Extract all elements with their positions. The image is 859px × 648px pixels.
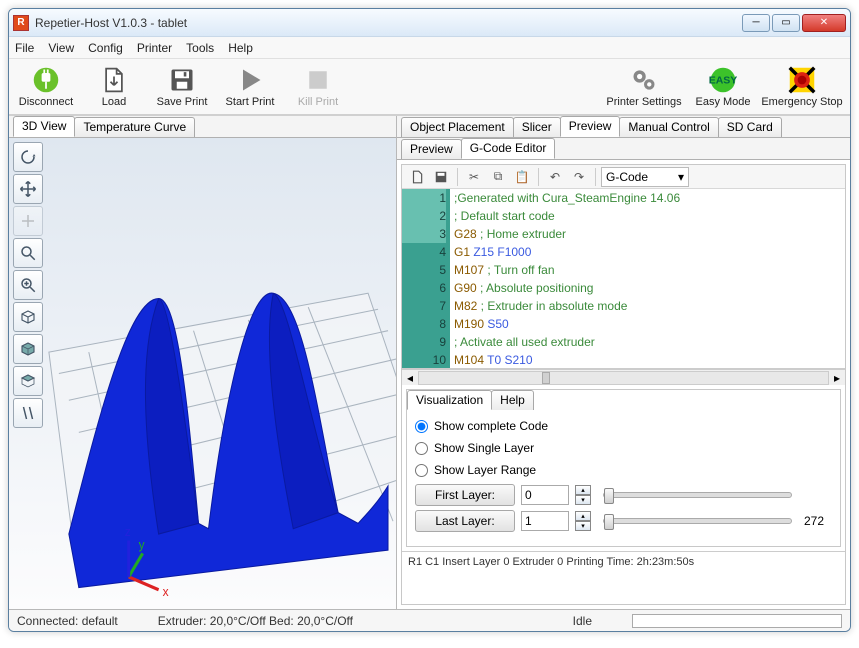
kill-print-button: Kill Print [287,61,349,113]
minimize-button[interactable]: ─ [742,14,770,32]
code-editor[interactable]: 12345678910 ;Generated with Cura_SteamEn… [402,189,845,369]
redo-button[interactable]: ↷ [568,167,590,187]
first-layer-slider[interactable] [603,492,792,498]
tab-3d-view[interactable]: 3D View [13,116,75,137]
easy-icon: EASY [709,66,737,94]
svg-text:x: x [163,585,170,599]
start-print-button[interactable]: Start Print [219,61,281,113]
status-idle: Idle [573,614,592,628]
tab-object-placement[interactable]: Object Placement [401,117,514,137]
preview-subtabs: Preview G-Code Editor [397,138,850,160]
disconnect-button[interactable]: Disconnect [15,61,77,113]
app-icon: R [13,15,29,31]
radio-show-single[interactable]: Show Single Layer [415,438,832,458]
editor-statusbar: R1 C1 Insert Layer 0 Extruder 0 Printing… [402,551,845,571]
undo-button[interactable]: ↶ [544,167,566,187]
copy-button[interactable]: ⧉ [487,167,509,187]
emergency-stop-icon [788,66,816,94]
svg-text:z: z [125,525,131,539]
editor-box: ✂ ⧉ 📋 ↶ ↷ G-Code▾ 12345678910 ;Generated… [401,164,846,605]
window-title: Repetier-Host V1.0.3 - tablet [35,16,742,30]
statusbar: Connected: default Extruder: 20,0°C/Off … [9,609,850,631]
maximize-button[interactable]: ▭ [772,14,800,32]
app-window: R Repetier-Host V1.0.3 - tablet ─ ▭ ✕ Fi… [8,8,851,632]
progress-bar [632,614,842,628]
parallel-projection-button[interactable] [13,398,43,428]
tab-slicer[interactable]: Slicer [513,117,561,137]
gears-icon [630,66,658,94]
titlebar: R Repetier-Host V1.0.3 - tablet ─ ▭ ✕ [9,9,850,37]
zoom-fit-button[interactable] [13,270,43,300]
tab-manual-control[interactable]: Manual Control [619,117,718,137]
move-object-button [13,206,43,236]
3d-viewport[interactable]: x y z [9,138,396,609]
editor-hscrollbar[interactable]: ◂ ▸ [402,369,845,385]
viewport-toolbar [13,142,47,428]
code-lines[interactable]: ;Generated with Cura_SteamEngine 14.06; … [450,189,845,368]
status-temps: Extruder: 20,0°C/Off Bed: 20,0°C/Off [158,614,353,628]
left-tabs: 3D View Temperature Curve [9,116,396,138]
stop-icon [304,66,332,94]
menu-config[interactable]: Config [88,41,123,55]
last-layer-spinner[interactable]: ▴▾ [575,511,591,531]
main-body: 3D View Temperature Curve [9,115,850,609]
rotate-view-button[interactable] [13,142,43,172]
first-layer-button[interactable]: First Layer: [415,484,515,506]
viztab-visualization[interactable]: Visualization [407,390,492,410]
save-icon [168,66,196,94]
3d-scene: x y z [9,138,396,609]
radio-show-range[interactable]: Show Layer Range [415,460,832,480]
emergency-stop-button[interactable]: Emergency Stop [760,61,844,113]
first-layer-input[interactable] [521,485,569,505]
last-layer-button[interactable]: Last Layer: [415,510,515,532]
load-button[interactable]: Load [83,61,145,113]
cut-button[interactable]: ✂ [463,167,485,187]
viztab-help[interactable]: Help [491,390,534,410]
last-layer-slider[interactable] [603,518,792,524]
menu-file[interactable]: File [15,41,34,55]
new-file-button[interactable] [406,167,428,187]
paste-button[interactable]: 📋 [511,167,533,187]
editor-toolbar: ✂ ⧉ 📋 ↶ ↷ G-Code▾ [402,165,845,189]
save-file-button[interactable] [430,167,452,187]
first-layer-spinner[interactable]: ▴▾ [575,485,591,505]
radio-show-complete[interactable]: Show complete Code [415,416,832,436]
line-gutter: 12345678910 [402,189,450,368]
play-icon [236,66,264,94]
easy-mode-button[interactable]: EASY Easy Mode [692,61,754,113]
isometric-view-button[interactable] [13,302,43,332]
menu-view[interactable]: View [48,41,74,55]
subtab-gcode-editor[interactable]: G-Code Editor [461,138,556,159]
printer-settings-button[interactable]: Printer Settings [602,61,686,113]
tab-preview[interactable]: Preview [560,116,621,137]
menu-help[interactable]: Help [228,41,253,55]
max-layer-label: 272 [804,514,832,528]
save-print-button[interactable]: Save Print [151,61,213,113]
zoom-button[interactable] [13,238,43,268]
menubar: File View Config Printer Tools Help [9,37,850,59]
right-tabs: Object Placement Slicer Preview Manual C… [397,116,850,138]
status-connected: Connected: default [17,614,118,628]
code-type-dropdown[interactable]: G-Code▾ [601,167,689,187]
main-toolbar: Disconnect Load Save Print Start Print K… [9,59,850,115]
menu-printer[interactable]: Printer [137,41,172,55]
top-view-button[interactable] [13,366,43,396]
menu-tools[interactable]: Tools [186,41,214,55]
move-view-button[interactable] [13,174,43,204]
subtab-preview[interactable]: Preview [401,139,462,159]
close-button[interactable]: ✕ [802,14,846,32]
front-view-button[interactable] [13,334,43,364]
plug-icon [32,66,60,94]
last-layer-input[interactable] [521,511,569,531]
visualization-panel: Visualization Help Show complete Code Sh… [406,389,841,547]
tab-sd-card[interactable]: SD Card [718,117,782,137]
svg-text:y: y [139,538,146,552]
svg-text:EASY: EASY [709,74,737,86]
file-load-icon [100,66,128,94]
right-pane: Object Placement Slicer Preview Manual C… [397,116,850,609]
tab-temperature-curve[interactable]: Temperature Curve [74,117,195,137]
left-pane: 3D View Temperature Curve [9,116,397,609]
chevron-down-icon: ▾ [678,170,684,184]
